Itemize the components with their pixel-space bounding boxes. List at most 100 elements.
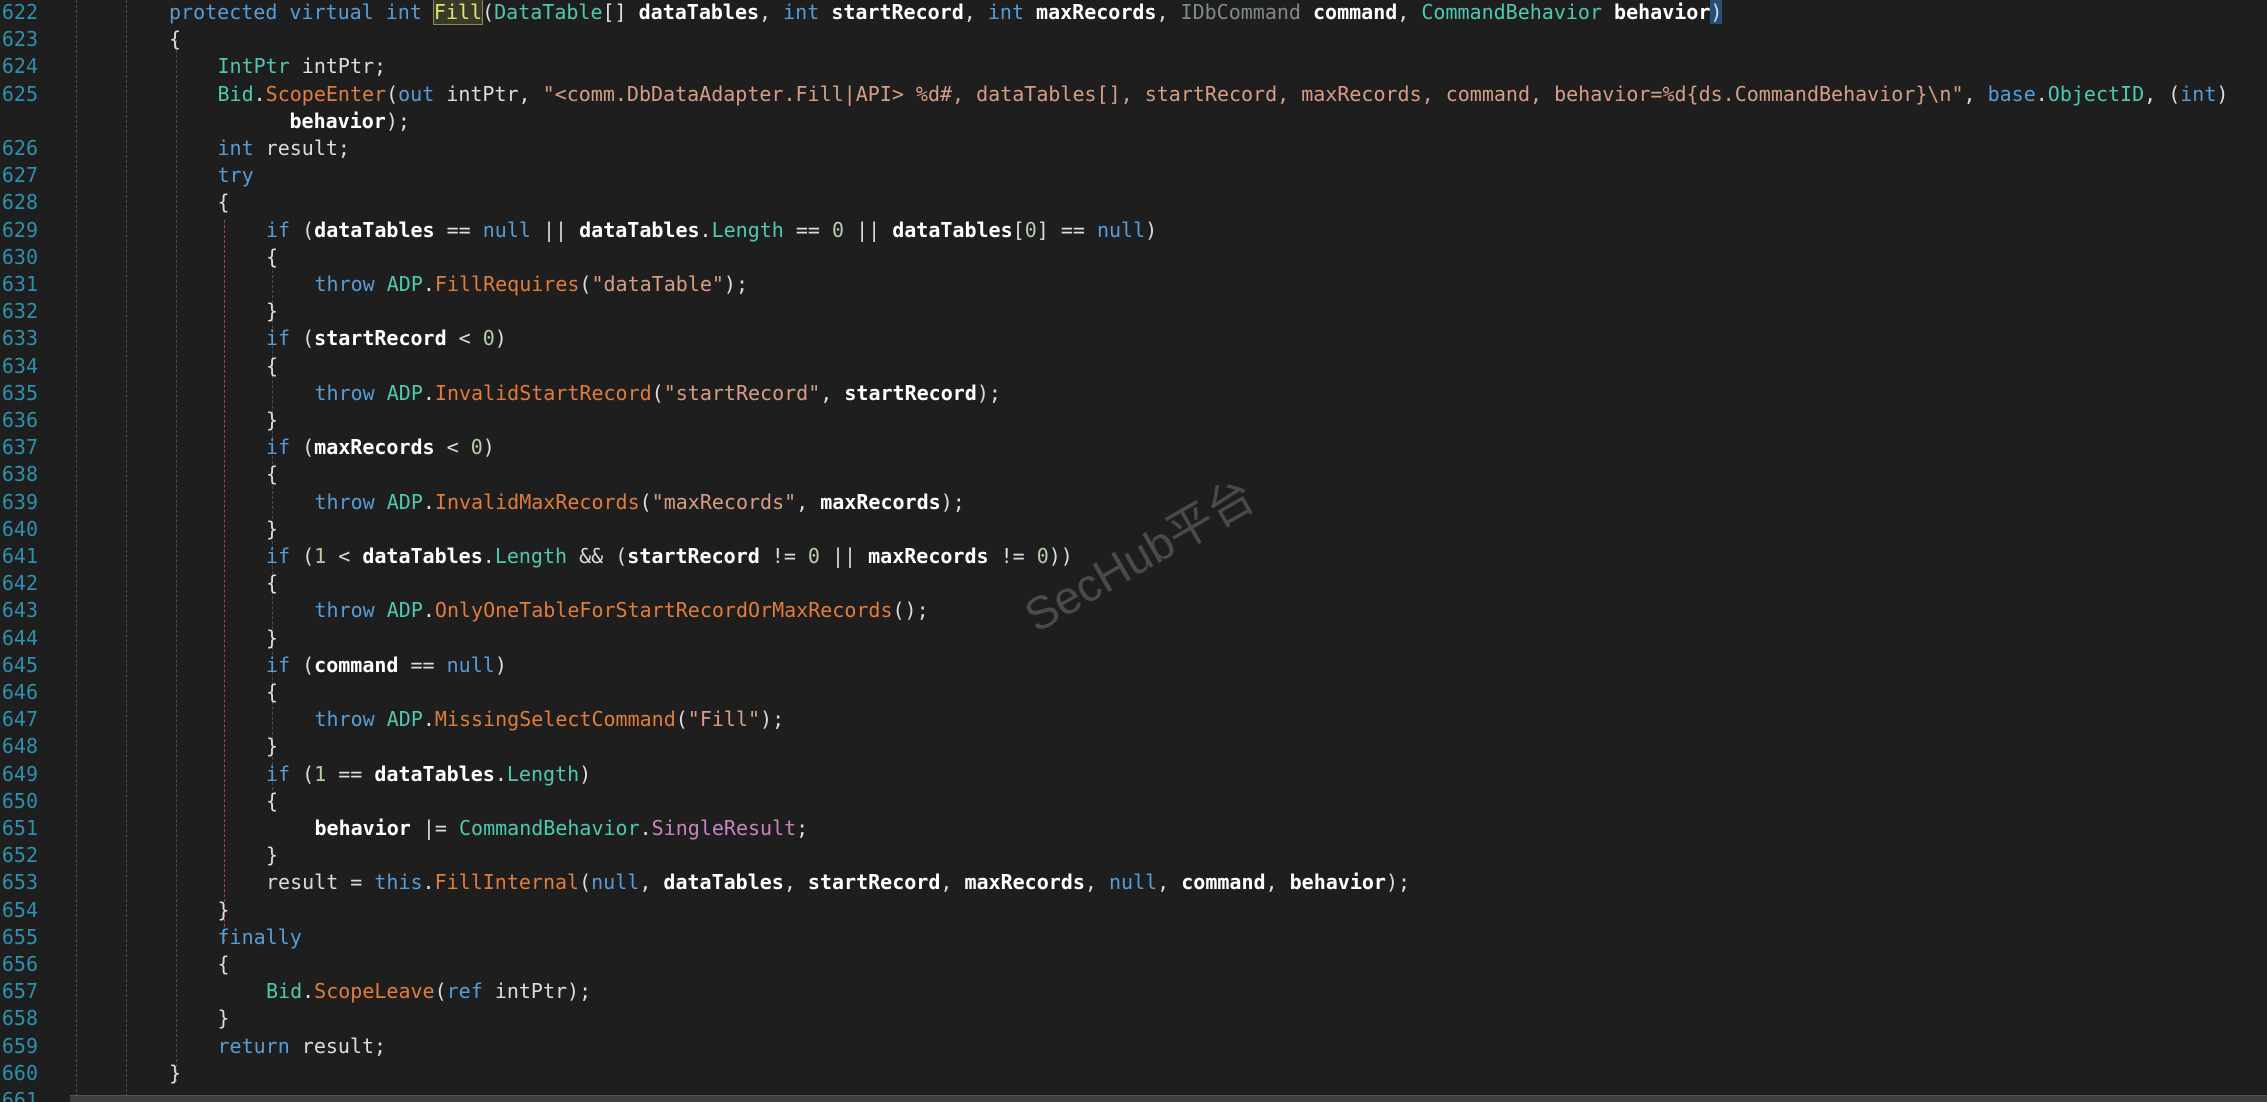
line-code: } [266,296,278,326]
line-number: 646 [1,680,38,704]
code-token: throw [314,272,387,296]
line-code: { [266,568,278,598]
line-code: { [266,351,278,381]
code-token: { [217,952,230,976]
code-line[interactable]: 633 if (startRecord < 0) [0,323,2267,353]
code-token: if [266,652,303,677]
line-code: { [266,242,278,272]
code-token: . [482,544,495,568]
line-code: throw ADP.InvalidStartRecord("startRecor… [315,378,1001,408]
code-token: if [266,326,303,351]
line-number: 626 [1,136,38,160]
code-line[interactable]: 624 IntPtr intPtr; [0,51,2267,81]
code-token: ) [494,326,507,351]
code-token: dataTables [374,761,495,786]
code-line[interactable]: 659 return result; [0,1031,2267,1061]
code-token: 1 [314,544,327,568]
code-token: 0 [1024,217,1037,242]
code-line[interactable]: 647 throw ADP.MissingSelectCommand("Fill"… [0,704,2267,734]
line-code: try [218,160,254,190]
code-line[interactable]: 641 if (1 < dataTables.Length && (startRe… [0,541,2267,571]
code-token: { [266,680,279,704]
code-line[interactable]: 634 { [0,351,2267,381]
code-line[interactable]: 656 { [0,949,2267,979]
code-line[interactable]: 631 throw ADP.FillRequires("dataTable"); [0,269,2267,299]
code-line[interactable]: 645 if (command == null) [0,650,2267,680]
code-line[interactable]: 623 { [0,24,2267,54]
code-token: [ [1012,217,1025,242]
line-number: 661 [1,1088,38,1102]
code-line[interactable]: 655 finally [0,922,2267,952]
code-token: ) [2216,81,2229,106]
code-token: result; [265,136,350,160]
code-token: ADP [386,489,423,514]
code-token: FillRequires [434,272,580,296]
code-token: command [314,652,399,677]
code-line[interactable]: 638 { [0,459,2267,489]
code-line[interactable]: 639 throw ADP.InvalidMaxRecords("maxRecor… [0,487,2267,517]
code-line[interactable]: 640} [0,514,2267,544]
code-token: . [2035,81,2048,106]
code-line[interactable]: 658} [0,1003,2267,1033]
code-line[interactable]: 653 result = this.FillInternal(null, data… [0,867,2267,897]
code-line[interactable]: 651 behavior |= CommandBehavior.SingleRes… [0,813,2267,843]
code-line[interactable]: 630 { [0,242,2267,272]
code-token: == [783,217,832,242]
code-line[interactable]: 637 if (maxRecords < 0) [0,432,2267,462]
code-token: null [591,870,640,895]
code-line[interactable]: 643 throw ADP.OnlyOneTableForStartRecordO… [0,595,2267,625]
code-line[interactable]: 649 if (1 == dataTables.Length) [0,759,2267,789]
code-line[interactable]: 627 try [0,160,2267,190]
code-line[interactable]: 636} [0,405,2267,435]
code-token: MissingSelectCommand [434,707,676,732]
code-line[interactable]: 626 int result; [0,133,2267,163]
line-code: throw ADP.FillRequires("dataTable"); [315,269,749,299]
code-token: ScopeEnter [265,81,387,106]
code-line[interactable]: 629 if (dataTables == null || dataTables.… [0,215,2267,245]
code-token: IDbCommand [1180,0,1313,24]
code-token: throw [314,598,387,623]
code-line[interactable]: 642 { [0,568,2267,598]
line-code: if (command == null) [266,650,507,680]
code-token: Bid [217,81,254,106]
code-line[interactable]: 628 { [0,187,2267,217]
code-line[interactable]: 635 throw ADP.InvalidStartRecord("startRe… [0,378,2267,408]
code-token: startRecord [807,870,941,895]
horizontal-scrollbar[interactable] [70,1095,2267,1102]
line-code: if (startRecord < 0) [266,323,507,353]
code-token: FillInternal [434,870,580,895]
code-line[interactable]: 648} [0,731,2267,761]
code-token: . [422,380,435,405]
code-token: ( [302,217,315,242]
code-line[interactable]: 644} [0,623,2267,653]
code-token: , [940,870,965,895]
code-line[interactable]: 646 { [0,677,2267,707]
code-line[interactable]: 625 Bid.ScopeEnter(out intPtr, "<comm.DbD… [0,79,2267,109]
code-line[interactable]: 660} [0,1058,2267,1088]
code-line[interactable]: behavior); [0,106,2267,136]
code-token: { [266,244,279,269]
code-token: Length [494,544,568,568]
code-token: ] == [1036,217,1097,242]
code-token: ( [302,326,315,351]
line-code: } [266,731,278,761]
code-editor[interactable]: 622 protected virtual int Fill(DataTable[… [0,0,2267,1102]
code-line[interactable]: 657 Bid.ScopeLeave(ref intPtr); [0,976,2267,1006]
line-code: return result; [218,1031,387,1061]
line-code: throw ADP.OnlyOneTableForStartRecordOrMa… [315,595,929,625]
code-line[interactable]: 632} [0,296,2267,326]
code-token: ); [940,489,965,514]
code-token: behavior [1289,870,1386,895]
code-token: . [639,816,652,840]
code-token: OnlyOneTableForStartRecordOrMaxRecords [434,598,893,623]
line-code: { [266,459,278,489]
code-token: < [446,326,483,351]
line-number: 636 [1,408,38,432]
code-line[interactable]: 622 protected virtual int Fill(DataTable[… [0,0,2267,27]
code-line[interactable]: 654} [0,895,2267,925]
code-token: . [422,870,435,895]
code-line[interactable]: 650 { [0,786,2267,816]
code-token: startRecord [314,326,447,351]
line-number: 651 [1,816,38,840]
code-line[interactable]: 652} [0,840,2267,870]
